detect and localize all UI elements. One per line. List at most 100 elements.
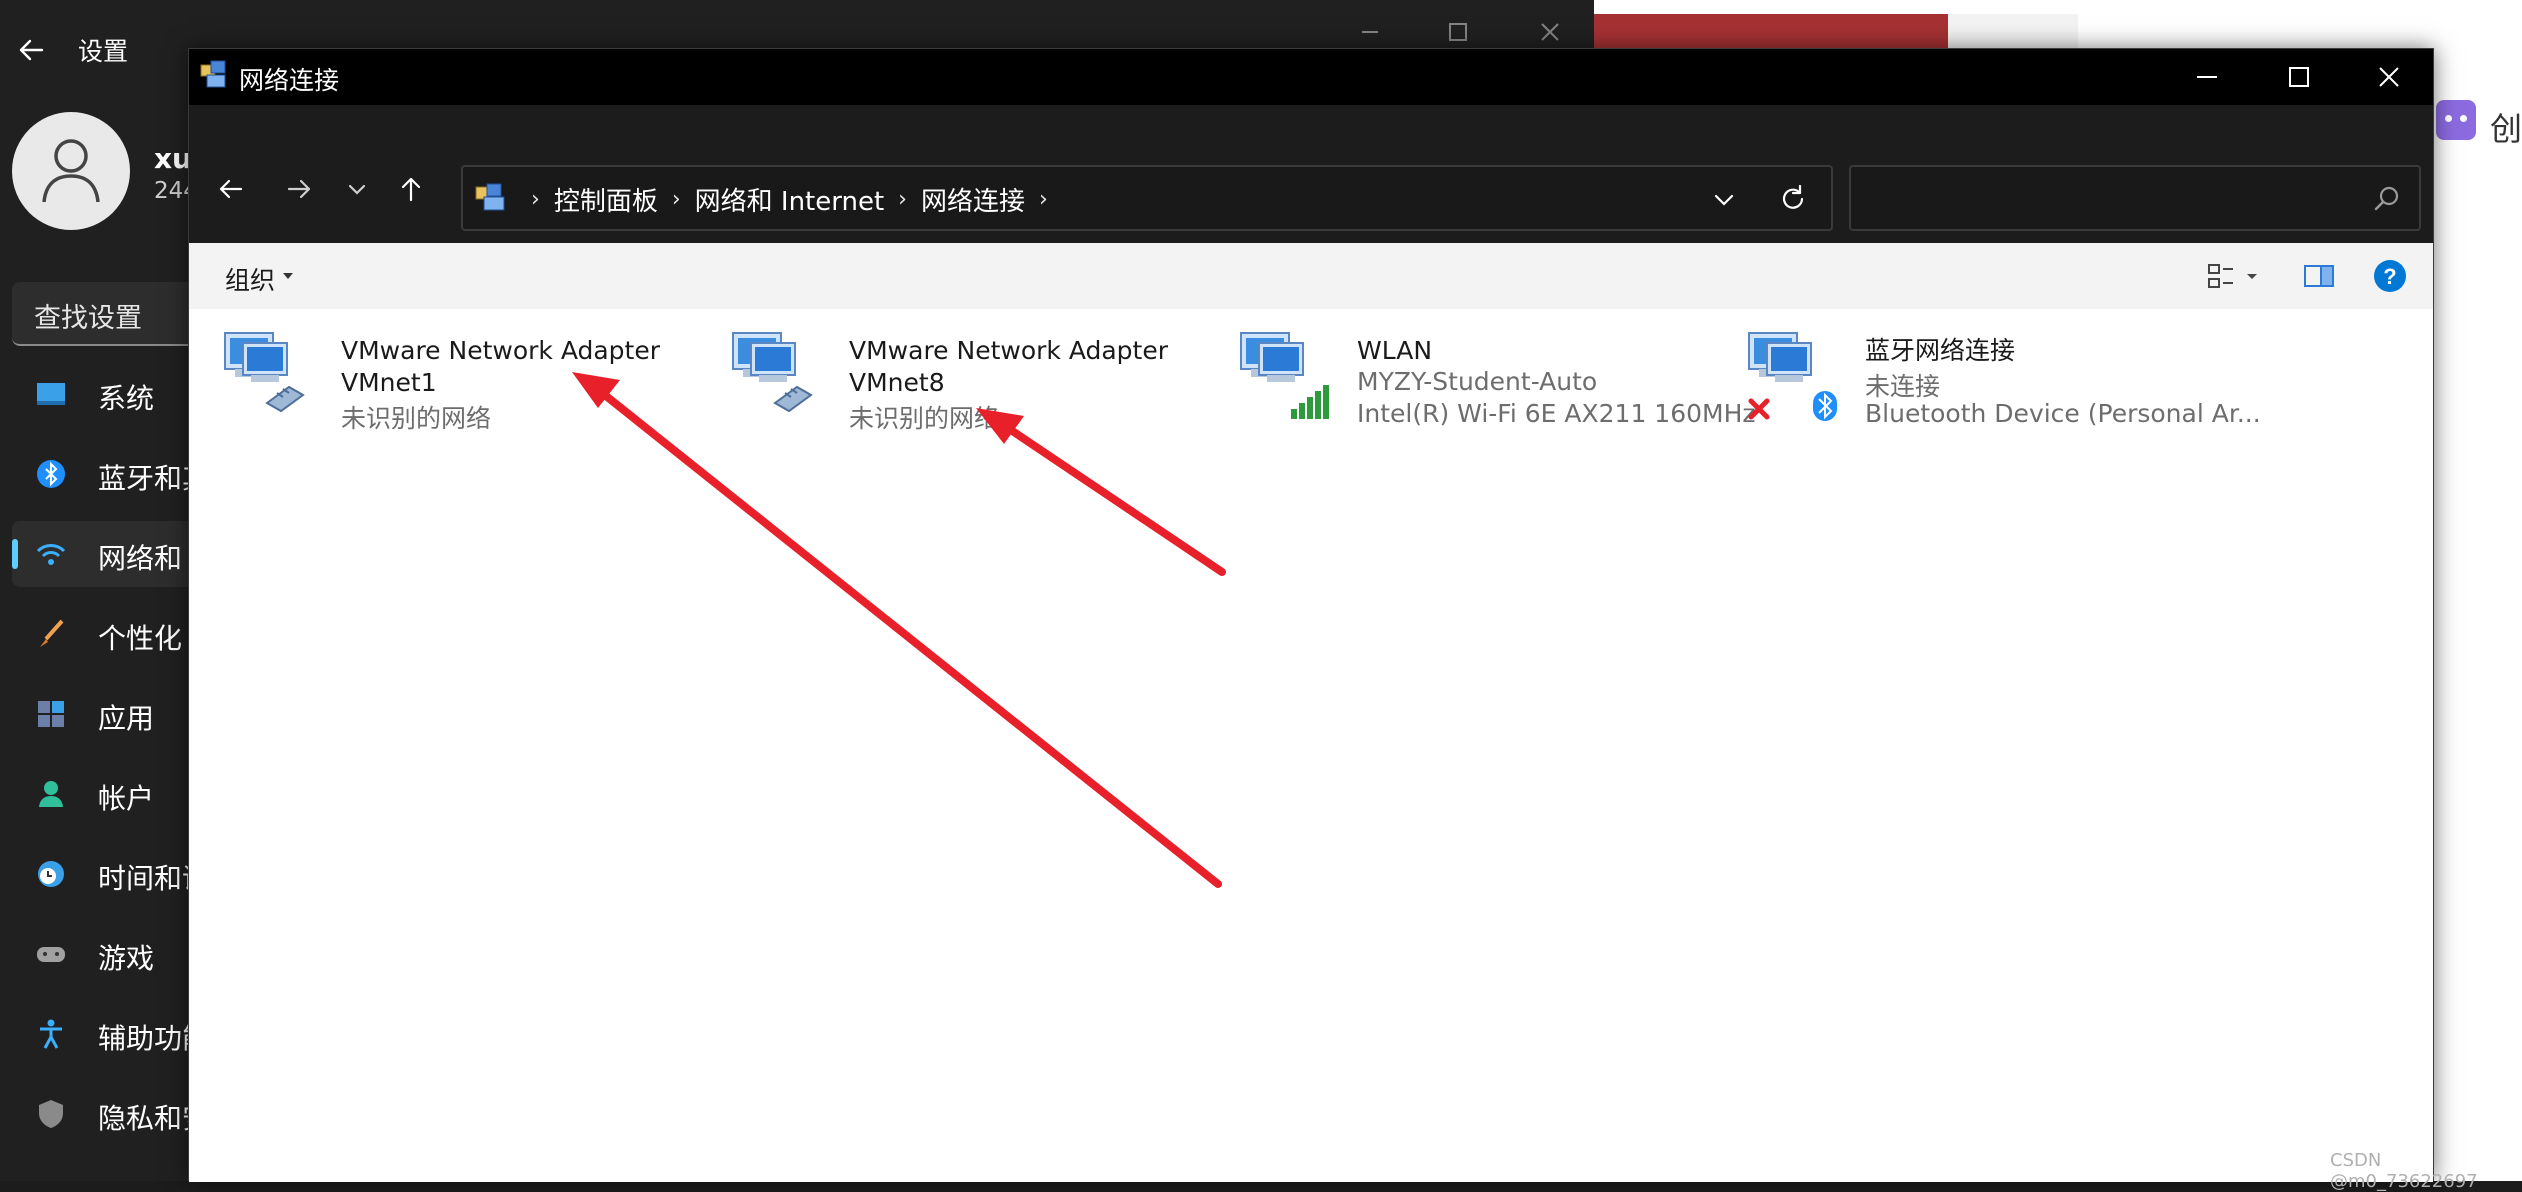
forward-button[interactable] xyxy=(277,167,321,211)
connection-name: VMware Network Adapter VMnet1 xyxy=(341,336,661,397)
search-input[interactable] xyxy=(1849,165,2421,231)
connection-status: 未识别的网络 xyxy=(849,404,1000,433)
breadcrumb: › 控制面板 › 网络和 Internet › 网络连接 › xyxy=(517,179,1062,219)
close-button[interactable] xyxy=(2343,49,2435,105)
settings-title: 设置 xyxy=(78,37,129,66)
ethernet-adapter-icon xyxy=(219,325,319,425)
active-indicator xyxy=(12,539,18,569)
wifi-adapter-icon xyxy=(1235,325,1335,425)
apps-icon xyxy=(34,697,68,731)
person-silhouette-icon xyxy=(42,139,100,203)
close-icon xyxy=(2379,67,2399,87)
connection-status: MYZY-Student-Auto xyxy=(1357,367,1598,396)
help-icon[interactable]: ? xyxy=(2371,257,2409,295)
wifi-icon xyxy=(34,537,68,571)
person-icon xyxy=(34,777,68,811)
svg-text:?: ? xyxy=(2383,264,2396,289)
command-bar: 组织 ? xyxy=(189,243,2433,309)
up-arrow-icon xyxy=(401,177,421,202)
breadcrumb-chevron-icon[interactable]: › xyxy=(531,187,540,212)
accessibility-icon xyxy=(34,1017,68,1051)
explorer-window: 网络连接 › 控制面板 › 网络和 Internet › 网络连接 › 组织 ?… xyxy=(188,48,2434,1182)
watermark: CSDN @m0_73622697 xyxy=(2330,1150,2478,1192)
back-arrow-icon xyxy=(219,179,243,199)
chevron-down-icon xyxy=(348,184,366,195)
bluetooth-icon xyxy=(34,457,68,491)
forward-arrow-icon xyxy=(287,179,311,199)
connection-item-bluetooth[interactable]: 蓝牙网络连接 未连接 Bluetooth Device (Personal Ar..… xyxy=(1723,325,2261,435)
connection-status: 未识别的网络 xyxy=(341,404,492,433)
sidebar-item-label: 系统 xyxy=(98,382,155,415)
connection-name: 蓝牙网络连接 xyxy=(1865,336,2016,365)
breadcrumb-chevron-icon[interactable]: › xyxy=(672,187,681,212)
connection-name: WLAN xyxy=(1357,336,1433,365)
breadcrumb-item-network-internet[interactable]: 网络和 Internet xyxy=(695,181,885,218)
brush-icon xyxy=(34,617,68,651)
window-title: 网络连接 xyxy=(239,66,340,95)
explorer-titlebar: 网络连接 xyxy=(189,49,2433,105)
monitor-icon xyxy=(34,377,68,411)
sidebar-item-5[interactable]: 帐户 xyxy=(12,761,212,827)
organize-menu-button[interactable]: 组织 xyxy=(225,261,275,297)
network-folder-icon xyxy=(200,60,226,88)
sidebar-item-6[interactable]: 时间和语 xyxy=(12,841,212,907)
clock-globe-icon xyxy=(34,857,68,891)
connection-item-vmnet1[interactable]: VMware Network Adapter VMnet1 未识别的网络 xyxy=(199,325,699,435)
breadcrumb-chevron-icon[interactable]: › xyxy=(898,187,907,212)
background-tab-gray xyxy=(1948,14,2078,50)
connection-status: 未连接 xyxy=(1865,372,1941,401)
maximize-icon xyxy=(2289,67,2309,87)
settings-search-input[interactable]: 查找设置 xyxy=(12,282,212,346)
sidebar-item-label: 游戏 xyxy=(98,942,155,975)
maximize-button[interactable] xyxy=(2253,49,2345,105)
network-connections-list: VMware Network Adapter VMnet1 未识别的网络 VMwar… xyxy=(189,309,2433,1182)
avatar[interactable] xyxy=(12,112,130,230)
breadcrumb-item-network-connections[interactable]: 网络连接 xyxy=(921,181,1025,218)
sidebar-item-1[interactable]: 蓝牙和其 xyxy=(12,441,212,507)
background-tab-red xyxy=(1594,14,1948,50)
connection-item-vmnet8[interactable]: VMware Network Adapter VMnet8 未识别的网络 xyxy=(707,325,1207,435)
bluetooth-adapter-icon xyxy=(1743,325,1843,425)
sidebar-item-8[interactable]: 辅助功能 xyxy=(12,1001,212,1067)
sidebar-item-3[interactable]: 个性化 xyxy=(12,601,212,667)
minimize-icon[interactable] xyxy=(1340,18,1400,46)
refresh-icon[interactable] xyxy=(1777,183,1809,215)
shield-icon xyxy=(34,1097,68,1131)
back-arrow-icon[interactable] xyxy=(12,30,52,70)
address-dropdown-icon[interactable] xyxy=(1709,185,1739,215)
robot-icon[interactable] xyxy=(2436,100,2476,140)
sidebar-item-0[interactable]: 系统 xyxy=(12,361,212,427)
search-placeholder: 查找设置 xyxy=(34,303,142,334)
sidebar-item-label: 帐户 xyxy=(98,782,155,815)
organize-dropdown-icon[interactable] xyxy=(283,273,293,279)
user-name: xu xyxy=(154,142,192,175)
breadcrumb-item-control-panel[interactable]: 控制面板 xyxy=(554,181,658,218)
sidebar-item-2[interactable]: 网络和 xyxy=(12,521,212,587)
connection-device: Bluetooth Device (Personal Ar... xyxy=(1865,399,2261,428)
sidebar-item-label: 网络和 xyxy=(98,542,183,575)
close-icon[interactable] xyxy=(1520,18,1580,46)
sidebar-item-label: 应用 xyxy=(98,702,155,735)
gamepad-icon xyxy=(34,937,68,971)
sidebar-item-4[interactable]: 应用 xyxy=(12,681,212,747)
breadcrumb-chevron-icon[interactable]: › xyxy=(1039,187,1048,212)
ethernet-adapter-icon xyxy=(727,325,827,425)
minimize-button[interactable] xyxy=(2161,49,2253,105)
connection-name: VMware Network Adapter VMnet8 xyxy=(849,336,1169,397)
back-button[interactable] xyxy=(209,167,253,211)
control-panel-icon xyxy=(475,183,505,211)
sidebar-item-9[interactable]: 隐私和安 xyxy=(12,1081,212,1147)
background-create-label: 创 xyxy=(2490,110,2522,148)
change-view-icon[interactable] xyxy=(2205,257,2265,295)
up-button[interactable] xyxy=(389,167,433,211)
maximize-icon[interactable] xyxy=(1428,18,1488,46)
navigation-bar: › 控制面板 › 网络和 Internet › 网络连接 › xyxy=(189,105,2433,243)
preview-pane-icon[interactable] xyxy=(2299,257,2339,295)
address-bar[interactable]: › 控制面板 › 网络和 Internet › 网络连接 › xyxy=(461,165,1833,231)
sidebar-item-label: 个性化 xyxy=(98,622,183,655)
connection-item-wlan[interactable]: WLAN MYZY-Student-Auto Intel(R) Wi-Fi 6E A… xyxy=(1215,325,1756,435)
recent-locations-button[interactable] xyxy=(335,167,379,211)
minimize-icon xyxy=(2197,76,2217,78)
sidebar-item-7[interactable]: 游戏 xyxy=(12,921,212,987)
search-icon xyxy=(2374,186,2399,211)
